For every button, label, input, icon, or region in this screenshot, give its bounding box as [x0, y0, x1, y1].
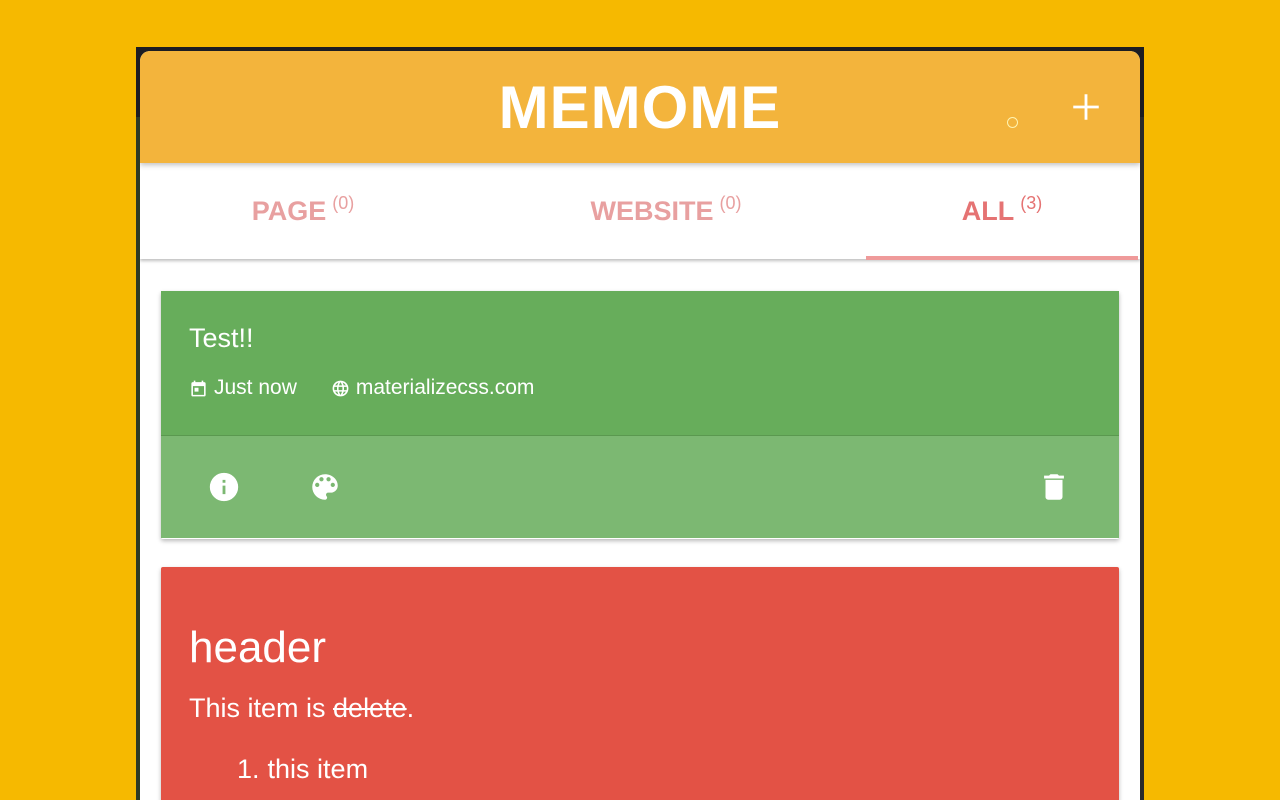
app-header: MEMOME	[140, 51, 1140, 163]
trash-icon	[1044, 474, 1064, 500]
list-item: this item	[267, 754, 369, 784]
globe-icon	[332, 380, 349, 396]
tab-page-label: PAGE	[251, 195, 327, 226]
memo-card[interactable]: Test!! Just now materializecss.com	[161, 291, 1119, 539]
calendar-icon	[191, 380, 206, 396]
list-number: 1.	[237, 754, 260, 784]
memo-meta: Just now materializecss.com	[189, 376, 1091, 400]
plus-icon	[1073, 94, 1099, 120]
memo-paragraph: This item is delete.	[189, 693, 1091, 724]
app-title: MEMOME	[498, 74, 782, 141]
info-icon	[209, 472, 239, 502]
memo-struck-text: delete	[333, 693, 407, 723]
delete-button[interactable]	[1037, 470, 1071, 504]
ripple-indicator	[1007, 117, 1018, 128]
tab-page-count: (0)	[332, 192, 355, 213]
memo-site[interactable]: materializecss.com	[331, 376, 535, 400]
tab-website[interactable]: WEBSITE (0)	[466, 163, 866, 259]
extension-window: MEMOME PAGE (0) WEBSITE (0) ALL (3) Test…	[136, 47, 1144, 800]
tab-bar: PAGE (0) WEBSITE (0) ALL (3)	[140, 163, 1140, 260]
memo-heading: header	[189, 623, 327, 672]
window-edge-right	[1140, 117, 1144, 800]
tab-website-label: WEBSITE	[590, 195, 714, 226]
memo-card-body: Test!! Just now materializecss.com	[161, 291, 1119, 436]
active-tab-indicator	[866, 256, 1138, 260]
tab-all[interactable]: ALL (3)	[866, 163, 1138, 259]
memo-text: Test!!	[189, 323, 254, 353]
tab-all-count: (3)	[1020, 192, 1043, 213]
memo-site-label: materializecss.com	[355, 376, 535, 399]
memo-time-label: Just now	[214, 376, 297, 399]
memo-paragraph-suffix: .	[406, 693, 415, 723]
add-memo-button[interactable]	[1060, 81, 1112, 133]
memo-paragraph-prefix: This item is	[189, 693, 334, 723]
tab-website-count: (0)	[719, 192, 742, 213]
palette-icon	[312, 474, 338, 500]
memome-panel: MEMOME PAGE (0) WEBSITE (0) ALL (3) Test…	[140, 51, 1140, 800]
memo-time: Just now	[189, 376, 297, 400]
tab-all-label: ALL	[961, 195, 1015, 226]
memo-card-actions	[161, 436, 1119, 538]
tab-page[interactable]: PAGE (0)	[140, 163, 466, 259]
memo-card[interactable]: header This item is delete. 1. this item	[161, 567, 1119, 800]
memo-ordered-list: 1. this item	[189, 754, 1091, 785]
info-button[interactable]	[207, 470, 241, 504]
color-button[interactable]	[308, 470, 342, 504]
